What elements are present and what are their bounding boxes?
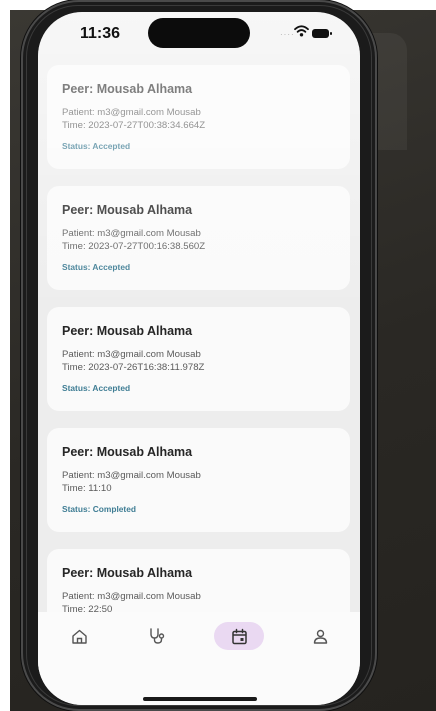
session-card[interactable]: Peer: Mousab Alhama Patient: m3@gmail.co…: [47, 428, 350, 532]
status-bar: 11:36 ····: [38, 12, 360, 56]
dynamic-island: [148, 18, 250, 48]
battery-icon: [312, 29, 332, 38]
session-time: Time: 2023-07-26T16:38:11.978Z: [62, 362, 205, 373]
patient-info: Patient: m3@gmail.com Mousab: [62, 591, 201, 602]
peer-name: Peer: Mousab Alhama: [62, 566, 193, 580]
session-time: Time: 2023-07-27T00:38:34.664Z: [62, 120, 206, 131]
tab-appointments[interactable]: [214, 622, 264, 650]
status-badge: Status: Accepted: [62, 383, 131, 393]
peer-name: Peer: Mousab Alhama: [62, 324, 193, 338]
home-indicator[interactable]: [143, 697, 257, 701]
app-screen: Peer: Mousab Alhama Patient: m3@gmail.co…: [38, 12, 360, 705]
patient-info: Patient: m3@gmail.com Mousab: [62, 470, 201, 481]
session-time: Time: 2023-07-27T00:16:38.560Z: [62, 241, 206, 252]
peer-name: Peer: Mousab Alhama: [62, 445, 193, 459]
status-badge: Status: Accepted: [62, 262, 131, 272]
peer-name: Peer: Mousab Alhama: [62, 203, 193, 217]
status-badge: Status: Accepted: [62, 141, 131, 151]
calendar-icon: [231, 628, 247, 644]
tab-profile[interactable]: [295, 622, 345, 650]
wifi-icon: [294, 25, 309, 37]
session-card[interactable]: Peer: Mousab Alhama Patient: m3@gmail.co…: [47, 186, 350, 290]
tab-doctors[interactable]: [132, 622, 182, 650]
clock: 11:36: [80, 25, 121, 42]
patient-info: Patient: m3@gmail.com Mousab: [62, 228, 201, 239]
tab-home[interactable]: [54, 622, 104, 650]
profile-icon: [313, 629, 327, 644]
session-card[interactable]: Peer: Mousab Alhama Patient: m3@gmail.co…: [47, 307, 350, 411]
stethoscope-icon: [150, 628, 165, 644]
session-card[interactable]: Peer: Mousab Alhama Patient: m3@gmail.co…: [47, 65, 350, 169]
sessions-list[interactable]: Peer: Mousab Alhama Patient: m3@gmail.co…: [38, 12, 360, 705]
bottom-tab-bar: [38, 612, 360, 705]
home-icon: [71, 629, 87, 644]
status-badge: Status: Completed: [62, 504, 136, 514]
peer-name: Peer: Mousab Alhama: [62, 82, 193, 96]
patient-info: Patient: m3@gmail.com Mousab: [62, 349, 201, 360]
patient-info: Patient: m3@gmail.com Mousab: [62, 107, 201, 118]
session-time: Time: 11:10: [62, 483, 112, 494]
cell-signal-icon: ····: [280, 30, 295, 39]
